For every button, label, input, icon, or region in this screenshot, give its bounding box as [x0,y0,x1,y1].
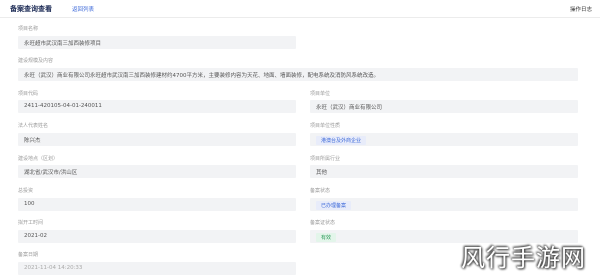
project-code-label: 项目代码 [18,91,39,97]
unit-nature-value: 港澳台及外商企业 [310,133,578,146]
record-status-tag: 已办理备案 [316,201,352,210]
legal-rep-label: 法人代表姓名 [18,123,49,129]
legal-rep-value: 陈兴杰 [18,133,296,146]
scale-value: 永旺（武汉）商业有限公司永旺超市武汉南三加西装修建材约4700平方米，主要装修内… [18,68,578,81]
record-date-value: 2021-11-04 14:20:33 [18,262,296,275]
project-code-value: 2411-420105-04-01-240011 [18,100,296,113]
back-to-list-link[interactable]: 返回列表 [72,5,94,13]
unit-nature-label: 项目单位性质 [310,123,341,129]
location-value: 湖北省/武汉市/洪山区 [18,165,296,178]
certificate-status-label: 备案证状态 [310,220,336,226]
record-status-label: 备案状态 [310,188,331,194]
operation-log-link[interactable]: 操作日志 [570,5,592,13]
page-title: 备案查询查看 [10,5,52,13]
investment-value: 100 [18,198,296,211]
certificate-status-tag: 有效 [316,233,337,242]
industry-label: 项目所属行业 [310,156,341,162]
investment-label: 总投资 [18,188,34,194]
unit-nature-tag: 港澳台及外商企业 [316,136,367,145]
scale-label: 建设规模及内容 [18,58,54,64]
project-name-value: 永旺超市武汉南三加西装修项目 [18,36,296,49]
project-unit-label: 项目单位 [310,91,331,97]
start-time-label: 拟开工时间 [18,220,44,226]
watermark: 风行手游网 [461,244,586,272]
start-time-value: 2021-02 [18,230,296,243]
page-header: 备案查询查看 返回列表 操作日志 [0,0,600,18]
project-unit-value: 永旺（武汉）商业有限公司 [310,100,578,113]
record-status-value: 已办理备案 [310,198,578,211]
industry-value: 其他 [310,165,578,178]
location-label: 建设地点（区划） [18,156,59,162]
record-date-label: 备案日期 [18,252,39,258]
project-name-label: 项目名称 [18,26,39,32]
